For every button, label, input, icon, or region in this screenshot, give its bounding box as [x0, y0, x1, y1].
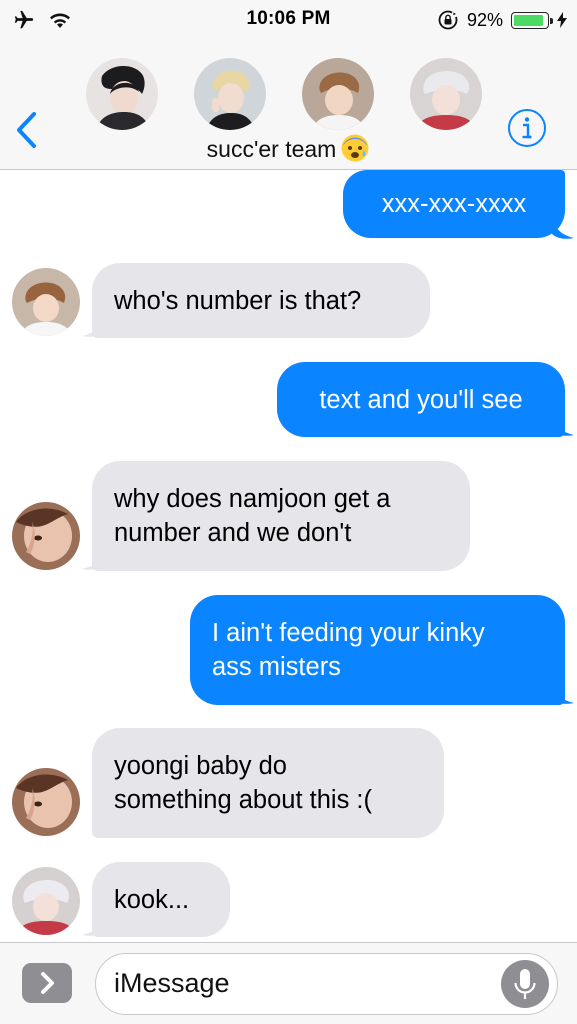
sender-avatar[interactable] [12, 502, 80, 570]
avatar-photo-1 [86, 58, 158, 130]
bubble-tail [82, 314, 104, 337]
message-text: kook... [114, 885, 190, 914]
avatar-photo [12, 268, 80, 336]
bubble-tail [552, 681, 574, 704]
message-bubble-incoming[interactable]: yoongi baby do something about this :( [92, 728, 444, 838]
message-input-placeholder: iMessage [114, 968, 230, 998]
member-avatar-3[interactable] [302, 58, 374, 130]
message-text: who's number is that? [114, 286, 362, 315]
microphone-icon [514, 969, 536, 999]
message-bubble-incoming[interactable]: who's number is that? [92, 263, 430, 338]
battery-percent: 92% [466, 9, 503, 30]
message-text-line: something about this :( [114, 786, 372, 814]
message-text-line: why does namjoon get a [114, 485, 391, 513]
avatar-photo-3 [302, 58, 374, 130]
group-title[interactable]: succ'er team [0, 133, 577, 163]
group-name: succ'er team [206, 136, 337, 162]
avatar-photo [12, 867, 80, 935]
info-icon[interactable] [507, 108, 547, 148]
orientation-lock-icon [438, 10, 458, 30]
avatar-photo [12, 502, 80, 570]
message-text-line: ass misters [212, 653, 341, 681]
bubble-tail [82, 913, 104, 936]
message-bubble-outgoing[interactable]: text and you'll see [277, 362, 565, 437]
status-bar: 10:06 PM 92% [0, 0, 577, 40]
bubble-tail [82, 547, 104, 570]
anxious-face-emoji [341, 134, 369, 162]
message-bubble-incoming[interactable]: why does namjoon get a number and we don… [92, 461, 470, 571]
battery-cap [550, 17, 553, 24]
sender-avatar[interactable] [12, 768, 80, 836]
member-avatar-4[interactable] [410, 58, 482, 130]
message-text-line: yoongi baby do [114, 752, 287, 780]
message-input[interactable]: iMessage [95, 953, 558, 1015]
member-avatar-2[interactable] [194, 58, 266, 130]
message-text-line: number and we don't [114, 519, 352, 547]
bubble-tail [552, 214, 574, 239]
charging-bolt-icon [557, 12, 567, 28]
conversation-header: succ'er team [0, 40, 577, 170]
message-text: xxx-xxx-xxxx [381, 190, 527, 218]
app-drawer-chevron-icon [41, 972, 54, 994]
microphone-button[interactable] [501, 960, 549, 1008]
message-thread[interactable]: xxx-xxx-xxxx who's number is that? text … [0, 170, 577, 942]
battery-icon [511, 11, 553, 29]
battery-fill [514, 14, 543, 26]
message-bubble-incoming[interactable]: kook... [92, 862, 230, 937]
sender-avatar[interactable] [12, 867, 80, 935]
sender-avatar[interactable] [12, 268, 80, 336]
status-right: 92% [437, 9, 567, 31]
bubble-tail [552, 413, 574, 436]
compose-bar: iMessage [0, 942, 577, 1024]
avatar-photo-4 [410, 58, 482, 130]
avatar-photo-2 [194, 58, 266, 130]
avatar-photo [12, 768, 80, 836]
message-bubble-outgoing[interactable]: I ain't feeding your kinky ass misters [190, 595, 565, 705]
member-avatar-1[interactable] [86, 58, 158, 130]
message-text: text and you'll see [319, 385, 523, 414]
message-bubble-outgoing[interactable]: xxx-xxx-xxxx [343, 170, 565, 238]
app-drawer-button[interactable] [22, 963, 72, 1003]
message-text-line: I ain't feeding your kinky [212, 619, 485, 647]
